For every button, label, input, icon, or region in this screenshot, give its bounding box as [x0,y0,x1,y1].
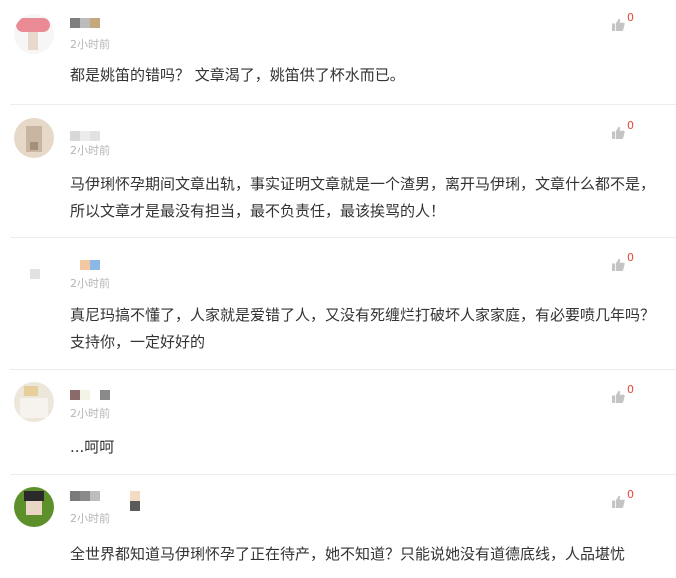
avatar[interactable] [14,487,54,527]
username-blurred[interactable] [70,131,110,141]
comment-item: 2小时前 0 都是姚笛的错吗？ 文章渴了，姚笛供了杯水而已。 [0,0,676,104]
thumbs-up-icon [612,18,625,31]
like-count: 0 [627,11,634,24]
comment-item: 2小时前 0 马伊琍怀孕期间文章出轨，事实证明文章就是一个渣男，离开马伊琍，文章… [0,105,676,237]
avatar[interactable] [14,251,54,291]
avatar[interactable] [14,118,54,158]
comment-text: 马伊琍怀孕期间文章出轨，事实证明文章就是一个渣男，离开马伊琍，文章什么都不是，所… [70,175,656,220]
comment-item: 2小时前 0 ...呵呵 [0,370,676,474]
like-count: 0 [627,488,634,501]
like-button[interactable]: 0 [612,119,642,142]
like-button[interactable]: 0 [612,383,642,406]
comment-text: 都是姚笛的错吗？ 文章渴了，姚笛供了杯水而已。 [70,66,405,84]
like-count: 0 [627,383,634,396]
like-count: 0 [627,251,634,264]
like-count: 0 [627,119,634,132]
avatar[interactable] [14,14,54,54]
thumbs-up-icon [612,495,625,508]
username-blurred[interactable] [70,491,150,511]
comment-item: 2小时前 0 真尼玛搞不懂了，人家就是爱错了人，又没有死缠烂打破坏人家家庭，有必… [0,238,676,369]
comment-text: 全世界都知道马伊琍怀孕了正在待产，她不知道？只能说她没有道德底线，人品堪忧 [70,545,626,563]
thumbs-up-icon [612,126,625,139]
comment-time: 2小时前 [70,407,110,420]
comment-time: 2小时前 [70,512,110,525]
thumbs-up-icon [612,390,625,403]
comment-time: 2小时前 [70,38,110,51]
like-button[interactable]: 0 [612,251,642,274]
comment-text: 真尼玛搞不懂了，人家就是爱错了人，又没有死缠烂打破坏人家家庭，有必要喷几年吗？支… [70,306,656,351]
avatar[interactable] [14,382,54,422]
like-button[interactable]: 0 [612,488,642,511]
username-blurred[interactable] [70,18,110,28]
comment-time: 2小时前 [70,144,110,157]
username-blurred[interactable] [70,390,110,400]
comment-item: 2小时前 0 全世界都知道马伊琍怀孕了正在待产，她不知道？只能说她没有道德底线，… [0,475,676,578]
thumbs-up-icon [612,258,625,271]
comment-text: ...呵呵 [70,438,115,456]
username-blurred[interactable] [70,260,110,270]
like-button[interactable]: 0 [612,11,642,34]
comment-time: 2小时前 [70,277,110,290]
